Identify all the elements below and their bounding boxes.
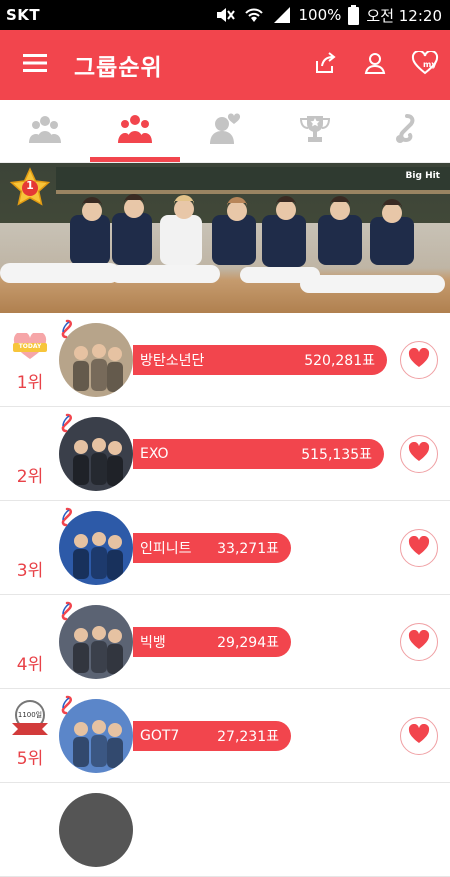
group-all-icon bbox=[29, 113, 61, 149]
rank-number: 2위 bbox=[16, 467, 44, 487]
group-name: EXO bbox=[140, 446, 169, 462]
ranking-row[interactable]: 1100일 5위 GOT7 27,231표 bbox=[0, 689, 450, 783]
app-logo-icon bbox=[57, 601, 73, 625]
battery-level: 100% bbox=[298, 6, 342, 24]
brand-tag: Big Hit bbox=[405, 171, 440, 181]
app-logo-icon bbox=[57, 413, 73, 437]
heart-my-icon: my bbox=[411, 49, 439, 79]
banner-rank-number: 1 bbox=[26, 179, 34, 192]
vote-heart-button[interactable] bbox=[400, 623, 438, 661]
tab-awards[interactable] bbox=[270, 100, 360, 162]
tab-group[interactable] bbox=[90, 100, 180, 162]
vote-count: 27,231표 bbox=[217, 729, 279, 745]
ranking-row[interactable]: 4위 빅뱅 29,294표 bbox=[0, 595, 450, 689]
app-bar: 그룹순위 my bbox=[0, 30, 450, 100]
category-tabs bbox=[0, 100, 450, 163]
music-note-icon bbox=[390, 113, 420, 149]
vote-count: 29,294표 bbox=[217, 635, 279, 651]
solo-heart-icon bbox=[209, 113, 241, 149]
anniversary-badge-icon: 1100일 bbox=[8, 699, 52, 743]
vote-count: 33,271표 bbox=[217, 541, 279, 557]
app-logo-icon bbox=[57, 507, 73, 531]
page-title: 그룹순위 bbox=[74, 55, 163, 81]
vote-bar: 빅뱅 29,294표 bbox=[133, 627, 291, 657]
rank-number: 1위 bbox=[16, 373, 44, 393]
vote-heart-button[interactable] bbox=[400, 435, 438, 473]
clock: 오전 12:20 bbox=[366, 6, 442, 25]
mute-icon bbox=[214, 6, 236, 24]
heart-icon bbox=[408, 347, 430, 372]
group-name: 방탄소년단 bbox=[140, 353, 205, 369]
tab-all-groups[interactable] bbox=[0, 100, 90, 162]
group-avatar[interactable] bbox=[59, 793, 133, 867]
group-name: 빅뱅 bbox=[140, 635, 166, 651]
vote-heart-button[interactable] bbox=[400, 341, 438, 379]
trophy-icon bbox=[298, 113, 332, 149]
top-rank-banner[interactable]: Big Hit 1 bbox=[0, 163, 450, 313]
signal-icon bbox=[272, 6, 292, 24]
app-logo-icon bbox=[57, 695, 73, 719]
battery-icon bbox=[348, 5, 360, 25]
carrier-label: SKT bbox=[6, 6, 41, 24]
today-heart-badge-icon: TODAY bbox=[11, 331, 49, 365]
svg-text:my: my bbox=[423, 60, 437, 69]
rank-number: 3위 bbox=[16, 561, 44, 581]
group-name: GOT7 bbox=[140, 728, 180, 744]
heart-icon bbox=[408, 629, 430, 654]
group-icon bbox=[117, 113, 153, 149]
share-icon bbox=[313, 51, 337, 79]
vote-count: 520,281표 bbox=[304, 353, 375, 369]
person-icon bbox=[363, 51, 387, 79]
profile-button[interactable] bbox=[350, 30, 400, 100]
tab-music[interactable] bbox=[360, 100, 450, 162]
hamburger-menu-icon bbox=[23, 53, 47, 77]
ranking-list: TODAY 1위 방탄소년단 520,281표 2위 EXO 515,135표 … bbox=[0, 313, 450, 877]
ranking-row[interactable]: TODAY 1위 방탄소년단 520,281표 bbox=[0, 313, 450, 407]
heart-icon bbox=[408, 441, 430, 466]
heart-icon bbox=[408, 723, 430, 748]
wifi-icon bbox=[243, 6, 265, 24]
my-button[interactable]: my bbox=[400, 30, 450, 100]
rank-number: 5위 bbox=[16, 749, 44, 769]
vote-heart-button[interactable] bbox=[400, 717, 438, 755]
vote-bar: EXO 515,135표 bbox=[133, 439, 384, 469]
anniversary-badge-label: 1100일 bbox=[17, 711, 43, 719]
ranking-row-partial[interactable] bbox=[0, 783, 450, 877]
vote-bar: GOT7 27,231표 bbox=[133, 721, 291, 751]
ranking-row[interactable]: 3위 인피니트 33,271표 bbox=[0, 501, 450, 595]
rank-number: 4위 bbox=[16, 655, 44, 675]
group-name: 인피니트 bbox=[140, 541, 192, 557]
vote-bar: 방탄소년단 520,281표 bbox=[133, 345, 387, 375]
heart-icon bbox=[408, 535, 430, 560]
today-badge-label: TODAY bbox=[18, 343, 42, 350]
vote-heart-button[interactable] bbox=[400, 529, 438, 567]
ranking-row[interactable]: 2위 EXO 515,135표 bbox=[0, 407, 450, 501]
app-logo-icon bbox=[57, 319, 73, 343]
tab-solo[interactable] bbox=[180, 100, 270, 162]
menu-button[interactable] bbox=[0, 30, 70, 100]
status-bar: SKT 100% 오전 12:20 bbox=[0, 0, 450, 30]
share-button[interactable] bbox=[300, 30, 350, 100]
rank-one-star-icon: 1 bbox=[8, 167, 52, 215]
vote-count: 515,135표 bbox=[301, 447, 372, 463]
vote-bar: 인피니트 33,271표 bbox=[133, 533, 291, 563]
group-photo bbox=[0, 194, 445, 293]
